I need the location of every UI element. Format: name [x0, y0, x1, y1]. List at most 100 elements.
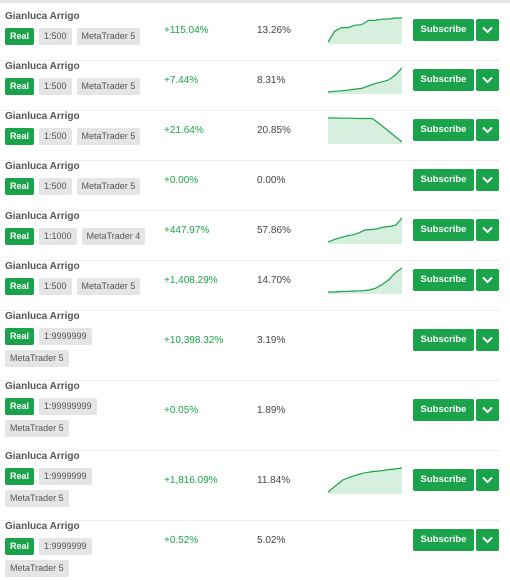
subscribe-button[interactable]: Subscribe — [413, 119, 474, 141]
account-type-badge: Real — [5, 278, 35, 295]
subscribe-button[interactable]: Subscribe — [413, 219, 474, 241]
leverage-tag: 1:9999999 — [39, 468, 92, 485]
account-name[interactable]: Gianluca Arrigo — [5, 261, 80, 272]
gain-value: +447.97% — [164, 225, 210, 236]
account-row[interactable]: Gianluca Arrigo Real 1:500 MetaTrader 5 +1,4… — [0, 261, 510, 311]
gain-value: +1,408.29% — [164, 275, 218, 286]
account-tags: Real 1:500 MetaTrader 5 — [5, 178, 155, 195]
drawdown-value: 8.31% — [257, 75, 286, 86]
account-tags: Real 1:500 MetaTrader 5 — [5, 278, 155, 295]
subscribe-dropdown-button[interactable] — [476, 169, 499, 191]
subscribe-dropdown-button[interactable] — [476, 329, 499, 351]
subscribe-dropdown-button[interactable] — [476, 219, 499, 241]
subscribe-dropdown-button[interactable] — [476, 269, 499, 291]
gain-value: +0.00% — [164, 175, 199, 186]
chevron-down-icon — [482, 406, 493, 414]
gain-value: +115.04% — [164, 25, 209, 36]
account-name[interactable]: Gianluca Arrigo — [5, 161, 80, 172]
gain-value: +0.52% — [164, 535, 199, 546]
account-name[interactable]: Gianluca Arrigo — [5, 111, 80, 122]
platform-tag: MetaTrader 5 — [5, 420, 69, 437]
subscribe-button[interactable]: Subscribe — [413, 469, 474, 491]
subscribe-button[interactable]: Subscribe — [413, 169, 474, 191]
account-type-badge: Real — [5, 468, 35, 485]
chevron-down-icon — [482, 336, 493, 344]
account-tags: Real 1:9999999 MetaTrader 5 — [5, 538, 155, 577]
drawdown-value: 11.84% — [257, 475, 291, 486]
account-tags: Real 1:99999999 MetaTrader 5 — [5, 398, 155, 437]
account-type-badge: Real — [5, 328, 35, 345]
account-row[interactable]: Gianluca Arrigo Real 1:500 MetaTrader 5 +115… — [0, 11, 510, 61]
sparkline-area — [328, 118, 402, 144]
account-name[interactable]: Gianluca Arrigo — [5, 311, 80, 322]
account-type-badge: Real — [5, 78, 35, 95]
drawdown-value: 14.70% — [257, 275, 291, 286]
subscribe-button[interactable]: Subscribe — [413, 329, 474, 351]
subscribe-dropdown-button[interactable] — [476, 529, 499, 551]
platform-tag: MetaTrader 5 — [5, 560, 69, 577]
account-row[interactable]: Gianluca Arrigo Real 1:1000 MetaTrader 4 +44… — [0, 211, 510, 261]
chevron-down-icon — [482, 176, 493, 184]
subscribe-dropdown-button[interactable] — [476, 69, 499, 91]
account-row[interactable]: Gianluca Arrigo Real 1:99999999 MetaTrader … — [0, 381, 510, 451]
subscribe-dropdown-button[interactable] — [476, 19, 499, 41]
account-row[interactable]: Gianluca Arrigo Real 1:9999999 MetaTrader 5… — [0, 521, 510, 580]
platform-tag: MetaTrader 5 — [76, 78, 141, 95]
equity-sparkline — [328, 217, 402, 244]
account-type-badge: Real — [5, 398, 35, 415]
account-type-badge: Real — [5, 178, 35, 195]
gain-value: +21.64% — [164, 125, 204, 136]
platform-tag: MetaTrader 5 — [76, 128, 141, 145]
subscribe-button[interactable]: Subscribe — [413, 529, 474, 551]
equity-sparkline — [328, 17, 402, 44]
leverage-tag: 1:1000 — [39, 228, 77, 245]
account-tags: Real 1:500 MetaTrader 5 — [5, 128, 155, 145]
sparkline-area — [328, 468, 402, 494]
account-row[interactable]: Gianluca Arrigo Real 1:500 MetaTrader 5 +0.0… — [0, 161, 510, 211]
account-row[interactable]: Gianluca Arrigo Real 1:9999999 MetaTrader 5… — [0, 311, 510, 381]
account-name[interactable]: Gianluca Arrigo — [5, 61, 80, 72]
drawdown-value: 20.85% — [257, 125, 291, 136]
subscribe-dropdown-button[interactable] — [476, 469, 499, 491]
leverage-tag: 1:9999999 — [39, 328, 92, 345]
drawdown-value: 57.86% — [257, 225, 291, 236]
account-name[interactable]: Gianluca Arrigo — [5, 381, 80, 392]
equity-sparkline — [328, 117, 402, 144]
leverage-tag: 1:500 — [39, 128, 72, 145]
subscribe-button[interactable]: Subscribe — [413, 69, 474, 91]
platform-tag: MetaTrader 5 — [5, 490, 69, 507]
account-type-badge: Real — [5, 28, 35, 45]
account-tags: Real 1:500 MetaTrader 5 — [5, 78, 155, 95]
account-type-badge: Real — [5, 228, 35, 245]
account-name[interactable]: Gianluca Arrigo — [5, 451, 80, 462]
account-name[interactable]: Gianluca Arrigo — [5, 11, 80, 22]
chevron-down-icon — [482, 476, 493, 484]
chevron-down-icon — [482, 226, 493, 234]
sparkline-area — [328, 218, 402, 244]
gain-value: +10,398.32% — [164, 335, 224, 346]
leverage-tag: 1:500 — [39, 78, 72, 95]
platform-tag: MetaTrader 4 — [81, 228, 146, 245]
subscribe-button[interactable]: Subscribe — [413, 269, 474, 291]
gain-value: +7.44% — [164, 75, 199, 86]
subscribe-dropdown-button[interactable] — [476, 119, 499, 141]
equity-sparkline — [328, 467, 402, 494]
account-row[interactable]: Gianluca Arrigo Real 1:500 MetaTrader 5 +21.… — [0, 111, 510, 161]
gain-value: +1,816.09% — [164, 475, 218, 486]
drawdown-value: 5.02% — [257, 535, 286, 546]
leverage-tag: 1:500 — [39, 28, 72, 45]
leverage-tag: 1:500 — [39, 278, 72, 295]
leverage-tag: 1:99999999 — [39, 398, 97, 415]
platform-tag: MetaTrader 5 — [76, 178, 141, 195]
account-name[interactable]: Gianluca Arrigo — [5, 521, 80, 532]
account-name[interactable]: Gianluca Arrigo — [5, 211, 80, 222]
subscribe-dropdown-button[interactable] — [476, 399, 499, 421]
subscribe-button[interactable]: Subscribe — [413, 399, 474, 421]
account-row[interactable]: Gianluca Arrigo Real 1:9999999 MetaTrader 5… — [0, 451, 510, 521]
account-type-badge: Real — [5, 128, 35, 145]
sparkline-area — [328, 68, 402, 94]
account-row[interactable]: Gianluca Arrigo Real 1:500 MetaTrader 5 +7.4… — [0, 61, 510, 111]
subscribe-button[interactable]: Subscribe — [413, 19, 474, 41]
gain-value: +0.05% — [164, 405, 199, 416]
account-tags: Real 1:1000 MetaTrader 4 — [5, 228, 155, 245]
